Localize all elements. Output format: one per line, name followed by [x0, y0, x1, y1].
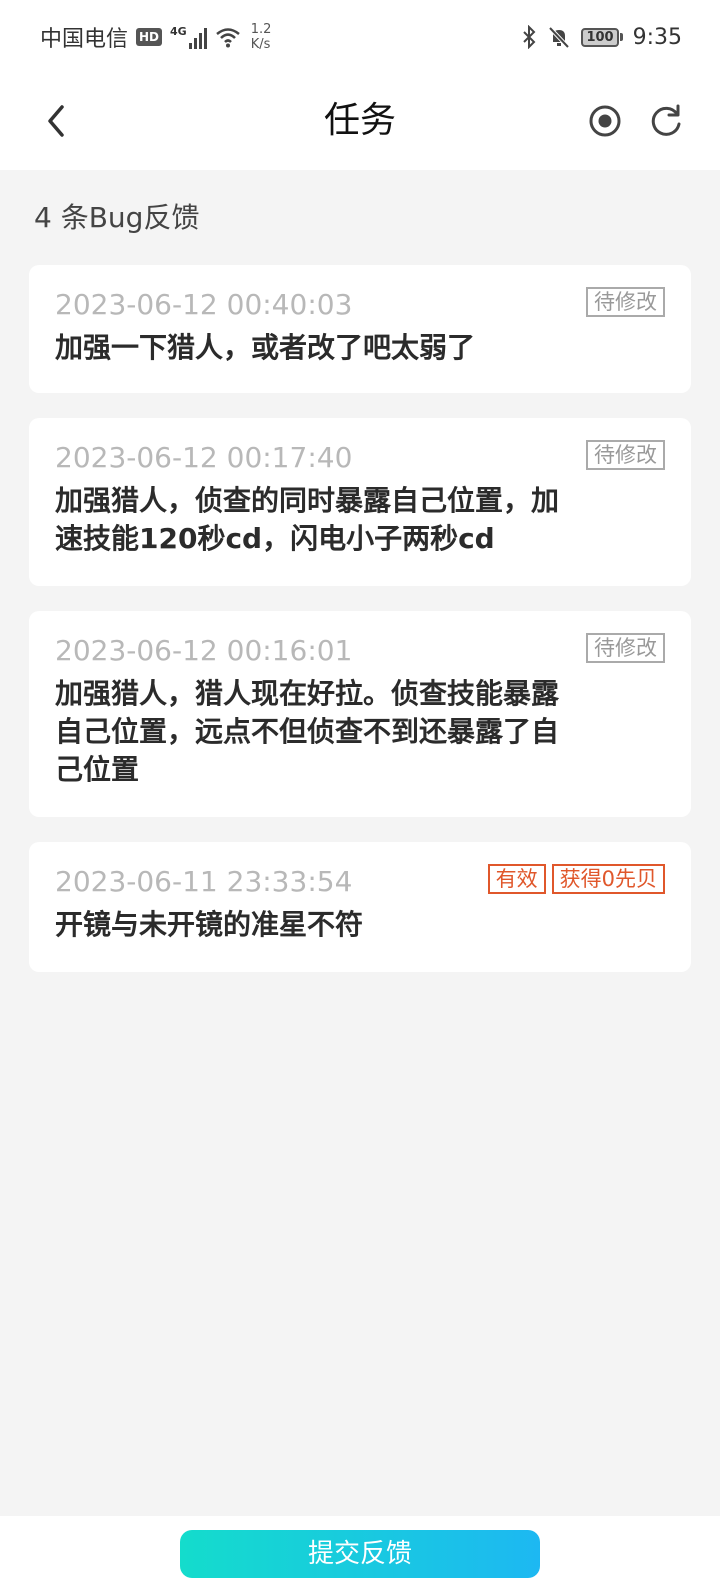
refresh-icon — [651, 104, 681, 136]
feedback-count: 4 条Bug反馈 — [34, 201, 200, 234]
feedback-timestamp: 2023-06-12 00:16:01 — [55, 634, 353, 667]
status-tags: 待修改 — [586, 287, 665, 317]
feedback-timestamp: 2023-06-12 00:17:40 — [55, 441, 353, 474]
feedback-timestamp: 2023-06-12 00:40:03 — [55, 288, 353, 321]
status-tags: 待修改 — [586, 633, 665, 663]
record-icon — [589, 105, 621, 137]
status-badge: 待修改 — [586, 633, 665, 663]
submit-feedback-button[interactable]: 提交反馈 — [180, 1530, 540, 1578]
mute-bell-icon — [547, 25, 571, 49]
signal-icon: 4G — [170, 25, 207, 49]
valid-badge: 有效 — [487, 864, 546, 894]
feedback-card[interactable]: 2023-06-12 00:16:01 加强猎人，猎人现在好拉。侦查技能暴露自己… — [29, 611, 691, 817]
refresh-button[interactable] — [645, 100, 687, 142]
app-bar: 任务 — [0, 72, 720, 170]
status-bar: 中国电信 HD 4G 1.2 K/s 100 9:35 — [0, 0, 720, 72]
network-speed: 1.2 K/s — [251, 22, 272, 52]
status-badge: 待修改 — [586, 287, 665, 317]
wifi-icon — [215, 26, 241, 48]
feedback-content: 开镜与未开镜的准星不符 — [55, 908, 364, 941]
speed-value: 1.2 — [250, 22, 272, 37]
feedback-content: 加强猎人，侦查的同时暴露自己位置，加速技能120秒cd，闪电小子两秒cd — [55, 484, 560, 555]
hd-badge: HD — [136, 28, 163, 46]
speed-unit: K/s — [250, 37, 271, 52]
network-type: 4G — [170, 25, 187, 38]
record-button[interactable] — [584, 100, 626, 142]
carrier-name: 中国电信 — [40, 27, 129, 52]
status-tags: 有效 获得0先贝 — [487, 864, 665, 894]
feedback-content: 加强一下猎人，或者改了吧太弱了 — [55, 331, 476, 364]
footer-bar: 提交反馈 — [0, 1516, 720, 1592]
feedback-card[interactable]: 2023-06-12 00:40:03 加强一下猎人，或者改了吧太弱了 待修改 — [29, 265, 691, 393]
clock: 9:35 — [632, 24, 682, 50]
status-right: 100 9:35 — [521, 20, 682, 54]
bluetooth-icon — [521, 24, 537, 50]
feedback-card[interactable]: 2023-06-12 00:17:40 加强猎人，侦查的同时暴露自己位置，加速技… — [29, 418, 691, 586]
feedback-card[interactable]: 2023-06-11 23:33:54 开镜与未开镜的准星不符 有效 获得0先贝 — [29, 842, 691, 972]
reward-badge: 获得0先贝 — [551, 864, 665, 894]
feedback-content: 加强猎人，猎人现在好拉。侦查技能暴露自己位置，远点不但侦查不到还暴露了自己位置 — [55, 677, 560, 786]
status-left: 中国电信 HD 4G 1.2 K/s — [40, 20, 271, 54]
status-badge: 待修改 — [586, 440, 665, 470]
status-tags: 待修改 — [586, 440, 665, 470]
battery-icon: 100 — [581, 27, 623, 47]
battery-level: 100 — [581, 27, 619, 47]
